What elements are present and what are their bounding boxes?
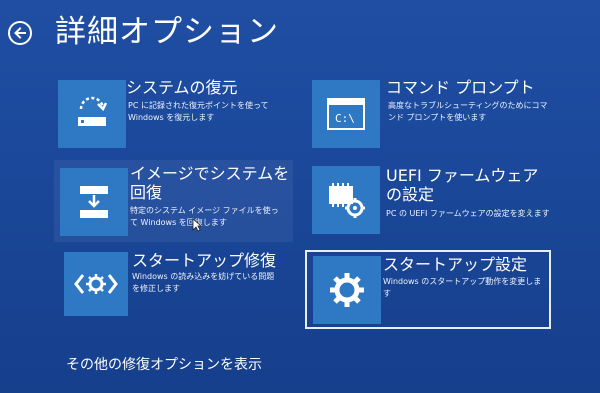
- system-image-recovery-title: イメージでシステムを回復: [130, 164, 290, 202]
- more-repair-options-link[interactable]: その他の修復オプションを表示: [66, 354, 262, 374]
- startup-settings-tile[interactable]: スタートアップ設定 Windows のスタートアップ動作を変更します: [305, 250, 551, 329]
- uefi-firmware-tile[interactable]: UEFI ファームウェアの設定 PC の UEFI ファームウェアの設定を変えま…: [308, 160, 553, 240]
- uefi-firmware-desc: PC の UEFI ファームウェアの設定を変えます: [386, 209, 550, 218]
- page-title: 詳細オプション: [55, 14, 279, 50]
- system-restore-title: システムの復元: [126, 78, 238, 97]
- command-prompt-title: コマンド プロンプト: [386, 78, 535, 97]
- back-button[interactable]: [8, 21, 32, 45]
- startup-repair-icon: [64, 252, 128, 316]
- gear-icon: [313, 256, 381, 324]
- system-image-recovery-tile[interactable]: イメージでシステムを回復 特定のシステム イメージ ファイルを使って Windo…: [54, 160, 293, 242]
- system-restore-tile[interactable]: システムの復元 PC に記録された復元ポイントを使って Windows を復元し…: [54, 76, 290, 152]
- mouse-cursor-icon: [192, 218, 202, 232]
- startup-settings-desc: Windows のスタートアップ動作を変更します: [383, 277, 542, 298]
- system-image-recovery-icon: [60, 168, 128, 236]
- system-restore-icon: [58, 80, 126, 148]
- startup-repair-tile[interactable]: スタートアップ修復 Windows の読み込みを妨げている問題を修正します: [54, 247, 290, 323]
- startup-repair-desc: Windows の読み込みを妨げている問題を修正します: [132, 272, 275, 293]
- back-arrow-icon: [14, 27, 26, 39]
- startup-settings-title: スタートアップ設定: [383, 255, 528, 274]
- command-prompt-tile[interactable]: C:\ コマンド プロンプト 高度なトラブルシューティングのためにコマンド プロ…: [308, 76, 553, 152]
- system-restore-desc: PC に記録された復元ポイントを使って Windows を復元します: [128, 101, 269, 122]
- command-prompt-icon: C:\: [312, 80, 380, 148]
- uefi-firmware-title: UEFI ファームウェアの設定: [386, 166, 539, 204]
- system-image-recovery-desc: 特定のシステム イメージ ファイルを使って Windows を回復します: [130, 206, 279, 227]
- command-prompt-desc: 高度なトラブルシューティングのためにコマンド プロンプトを使います: [388, 101, 548, 122]
- startup-repair-title: スタートアップ修復: [132, 251, 277, 270]
- svg-text:C:\: C:\: [335, 112, 355, 125]
- uefi-firmware-icon: [312, 166, 380, 234]
